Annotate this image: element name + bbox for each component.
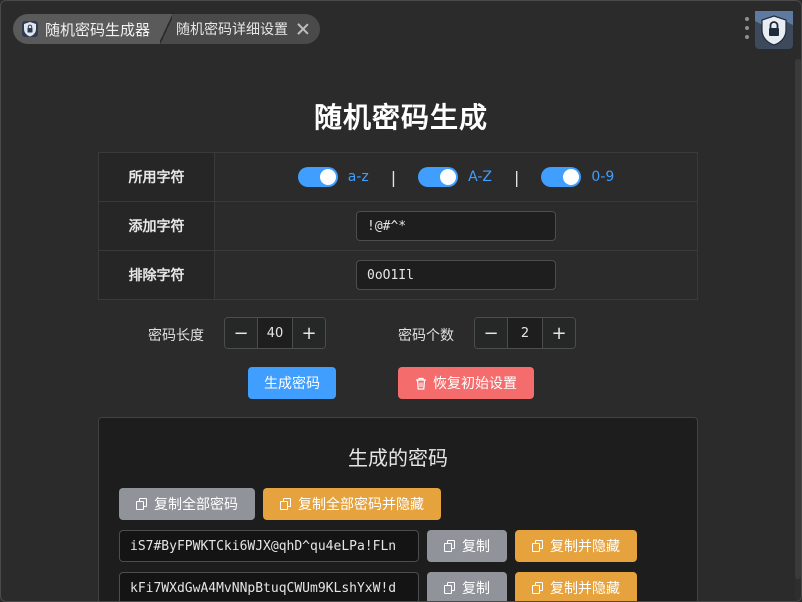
settings-table: 所用字符 a-z | A-Z | 0-9 添加字符 !@#^* 排除字符 0oO… [98, 152, 698, 300]
length-value[interactable]: 40 [257, 318, 293, 348]
charset-label: 所用字符 [99, 153, 215, 201]
length-stepper[interactable]: − 40 + [224, 317, 326, 349]
copy-hide-label: 复制并隐藏 [550, 539, 620, 555]
password-field[interactable]: iS7#ByFPWKTCki6WJX@qhD^qu4eLPa!FLn [119, 530, 419, 562]
count-increase-button[interactable]: + [543, 318, 575, 348]
copy-icon [532, 540, 544, 552]
breadcrumb-separator [160, 14, 173, 44]
digits-switch[interactable] [541, 167, 582, 187]
copy-button[interactable]: 复制 [427, 572, 507, 601]
reset-button[interactable]: 恢复初始设置 [398, 367, 534, 399]
copy-hide-label: 复制并隐藏 [550, 581, 620, 597]
avatar-lock-icon[interactable] [755, 11, 793, 49]
length-decrease-button[interactable]: − [225, 318, 257, 348]
copy-all-hide-label: 复制全部密码并隐藏 [298, 497, 424, 513]
uppercase-switch[interactable] [418, 167, 459, 187]
separator: | [390, 167, 397, 187]
charset-row: 所用字符 a-z | A-Z | 0-9 [99, 153, 697, 201]
lowercase-switch[interactable] [297, 167, 338, 187]
digits-label: 0-9 [591, 169, 615, 185]
add-chars-label: 添加字符 [99, 202, 215, 250]
copy-icon [532, 582, 544, 594]
count-stepper[interactable]: − 2 + [474, 317, 576, 349]
charset-toggle-lowercase[interactable]: a-z [297, 167, 369, 187]
separator: | [514, 167, 520, 187]
counter-row: 密码长度 − 40 + 密码个数 − 2 + [1, 317, 801, 349]
exclude-chars-row: 排除字符 0oO1Il [99, 250, 697, 299]
breadcrumb: 随机密码生成器 随机密码详细设置 [13, 14, 321, 44]
copy-all-hide-button[interactable]: 复制全部密码并隐藏 [263, 488, 441, 520]
copy-label: 复制 [462, 581, 490, 597]
trash-icon [416, 377, 426, 390]
exclude-chars-input[interactable]: 0oO1Il [356, 260, 556, 290]
uppercase-label: A-Z [468, 169, 493, 185]
length-increase-button[interactable]: + [293, 318, 325, 348]
copy-icon [280, 498, 292, 510]
copy-label: 复制 [462, 539, 490, 555]
more-vertical-icon[interactable] [744, 17, 750, 39]
copy-hide-button[interactable]: 复制并隐藏 [515, 572, 637, 601]
count-label: 密码个数 [398, 328, 454, 344]
charset-toggle-digits[interactable]: 0-9 [541, 167, 614, 187]
close-icon[interactable] [296, 22, 310, 36]
app-lock-icon [22, 21, 38, 37]
copy-icon [444, 540, 456, 552]
breadcrumb-home-label: 随机密码生成器 [45, 20, 151, 39]
length-label: 密码长度 [148, 328, 204, 344]
copy-icon [136, 498, 148, 510]
breadcrumb-home[interactable]: 随机密码生成器 [13, 14, 161, 44]
add-chars-row: 添加字符 !@#^* [99, 201, 697, 250]
breadcrumb-current-label: 随机密码详细设置 [176, 22, 289, 38]
reset-button-label: 恢复初始设置 [433, 376, 517, 392]
copy-icon [444, 582, 456, 594]
exclude-chars-label: 排除字符 [99, 251, 215, 299]
lowercase-label: a-z [347, 169, 369, 185]
generate-button-label: 生成密码 [264, 376, 320, 392]
copy-all-label: 复制全部密码 [154, 497, 238, 513]
copy-all-button[interactable]: 复制全部密码 [119, 488, 255, 520]
page-title: 随机密码生成 [313, 101, 488, 134]
result-card: 生成的密码 复制全部密码 复制全部密码并隐藏 iS7#ByFPWKTCki6WJ… [98, 417, 698, 601]
result-title: 生成的密码 [348, 446, 448, 470]
add-chars-input[interactable]: !@#^* [356, 211, 556, 241]
copy-hide-button[interactable]: 复制并隐藏 [515, 530, 637, 562]
app-window: 随机密码生成器 随机密码详细设置 随机密码生成 所用字符 a-z | A-Z |… [0, 0, 802, 602]
copy-button[interactable]: 复制 [427, 530, 507, 562]
generate-button[interactable]: 生成密码 [248, 367, 336, 399]
charset-toggle-uppercase[interactable]: A-Z [418, 167, 492, 187]
breadcrumb-current[interactable]: 随机密码详细设置 [172, 14, 321, 44]
password-field[interactable]: kFi7WXdGwA4MvNNpBtuqCWUm9KLshYxW!d [119, 572, 419, 601]
count-decrease-button[interactable]: − [475, 318, 507, 348]
top-bar: 随机密码生成器 随机密码详细设置 [1, 1, 801, 59]
count-value[interactable]: 2 [507, 318, 543, 348]
